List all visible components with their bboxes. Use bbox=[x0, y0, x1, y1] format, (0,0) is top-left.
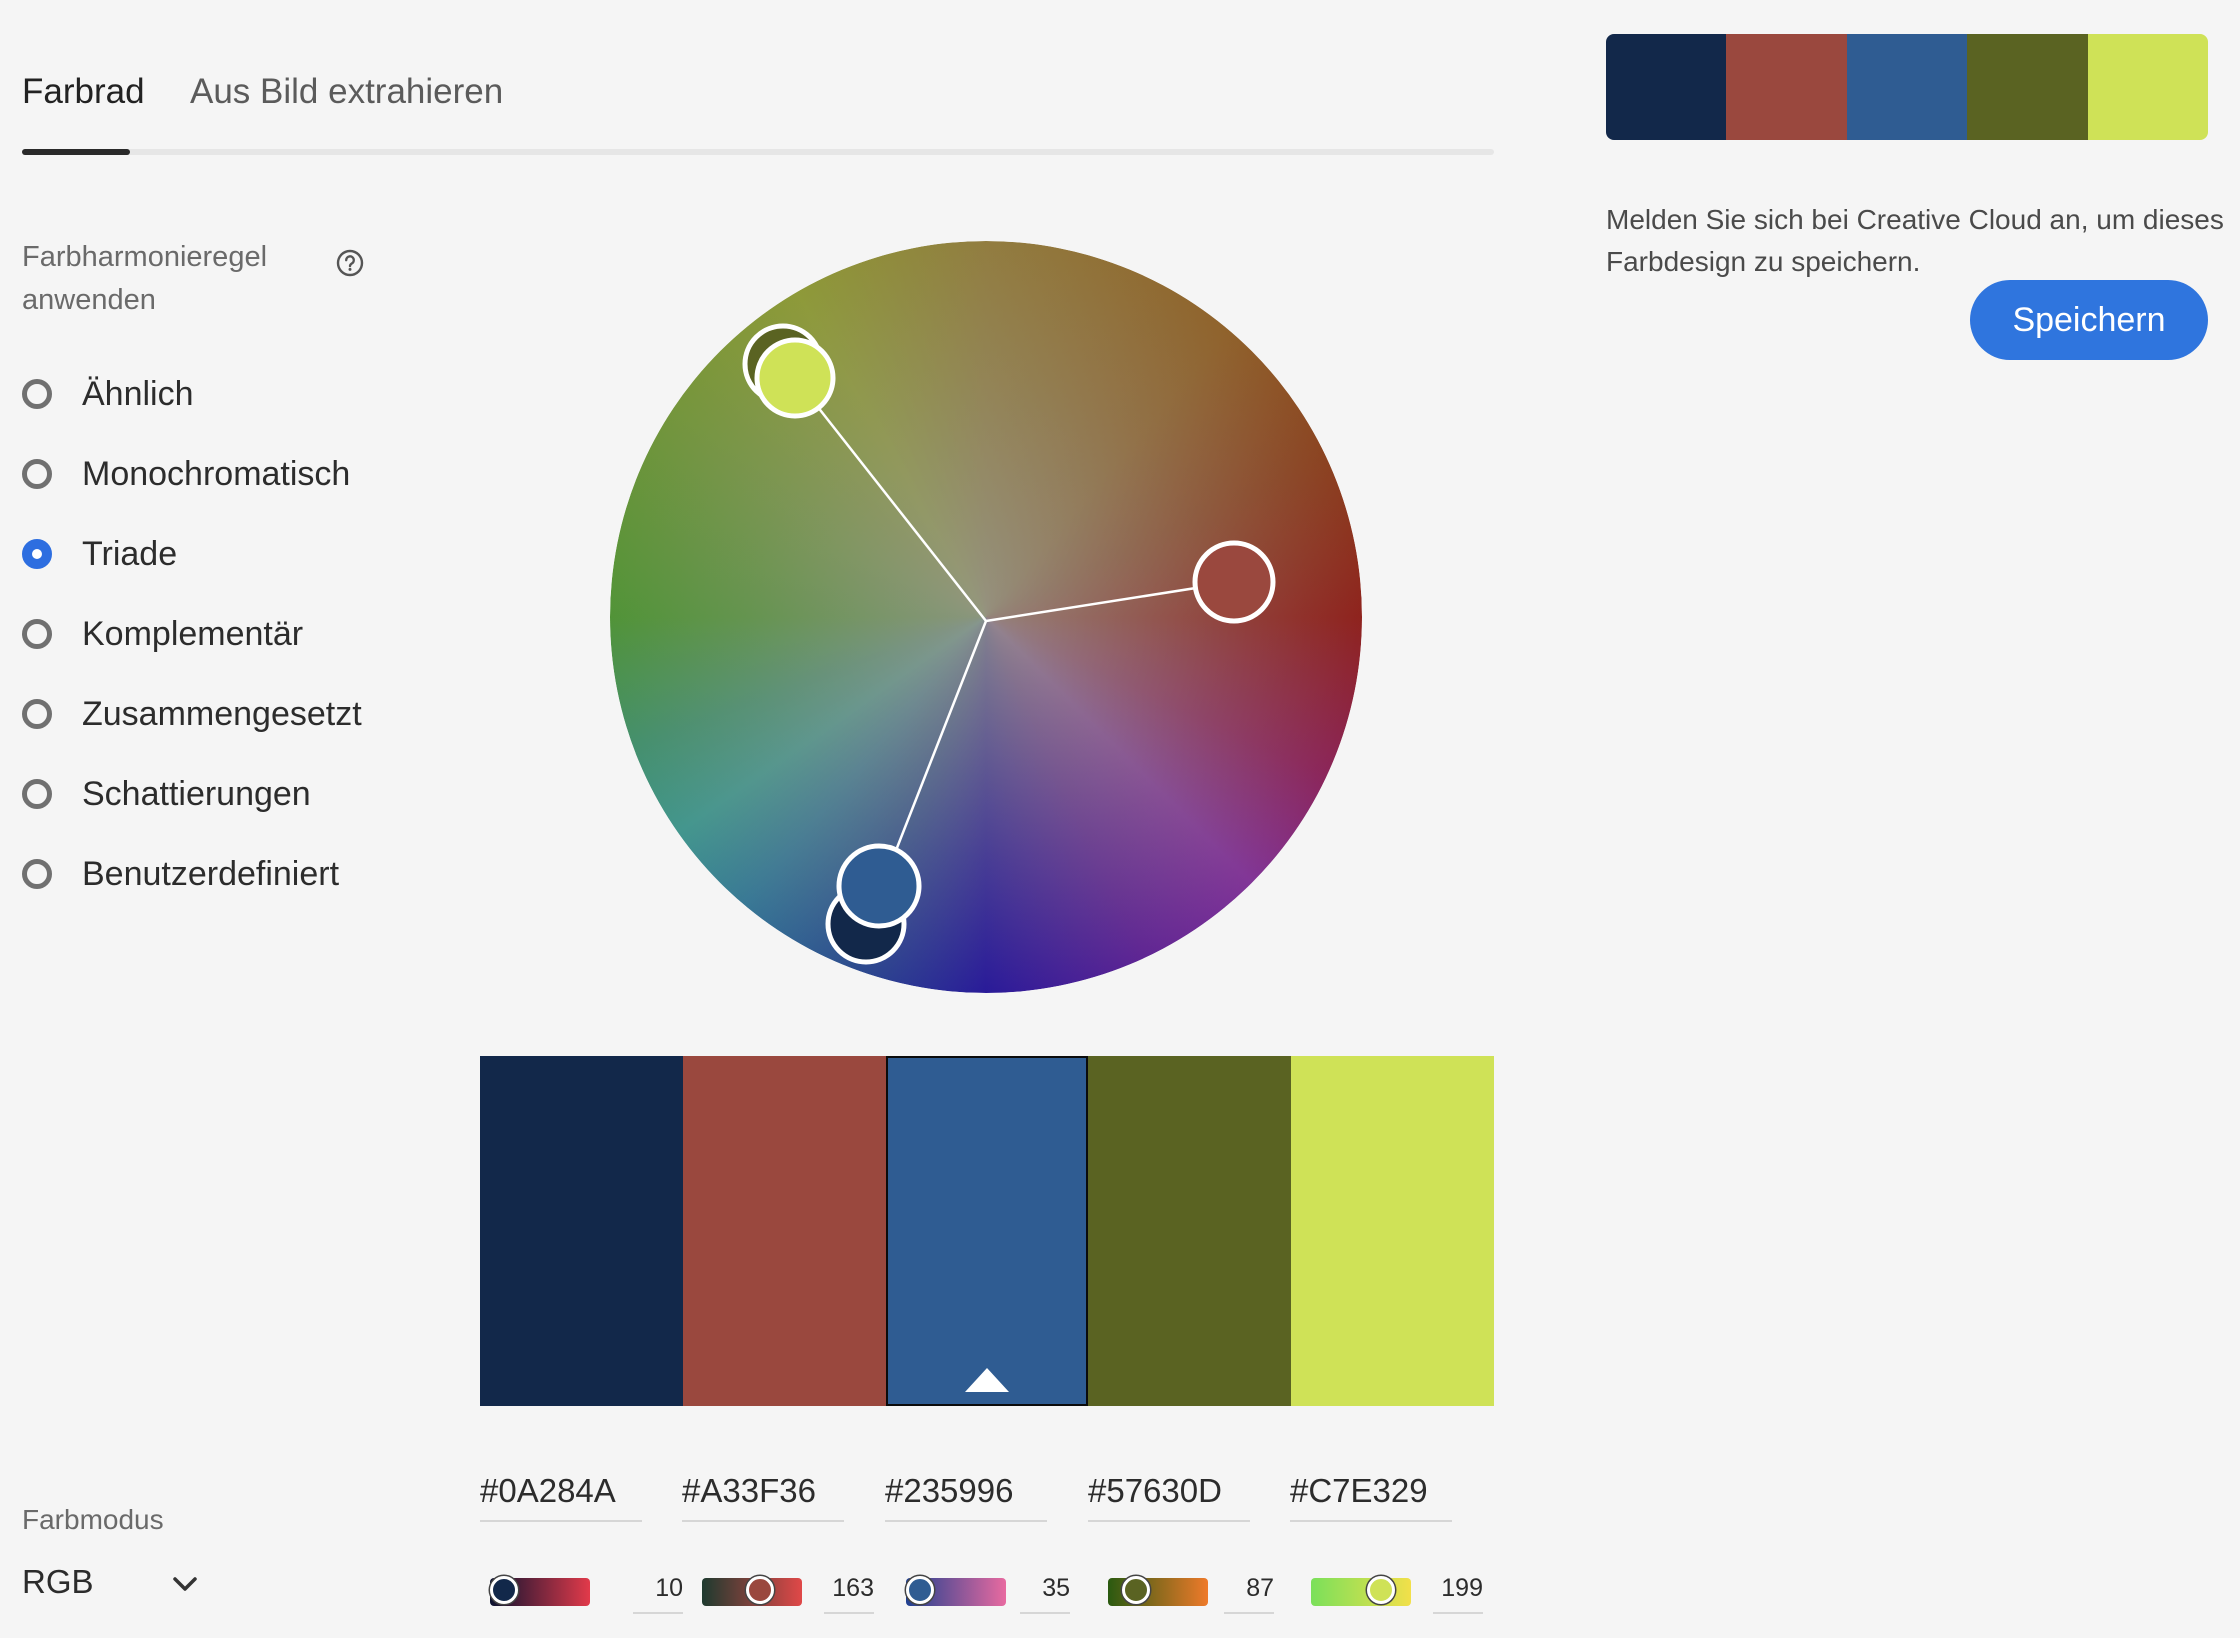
tab-bar: Farbrad Aus Bild extrahieren bbox=[22, 60, 1494, 155]
channel-value-4[interactable]: 87 bbox=[1224, 1574, 1274, 1614]
channel-slider-3[interactable] bbox=[906, 1576, 1006, 1606]
radio-button[interactable] bbox=[22, 379, 52, 409]
question-circle-icon[interactable] bbox=[335, 248, 365, 278]
color-mode-select[interactable]: RGB bbox=[22, 1563, 202, 1607]
channel-slider-2[interactable] bbox=[702, 1576, 802, 1606]
radio-button[interactable] bbox=[22, 699, 52, 729]
theme-color-5 bbox=[2087, 34, 2208, 140]
theme-color-4 bbox=[1967, 34, 2088, 140]
rule-monochromatisch[interactable]: Monochromatisch bbox=[22, 444, 350, 504]
color-mode-label: Farbmodus bbox=[22, 1504, 164, 1535]
rule-zusammengesetzt[interactable]: Zusammengesetzt bbox=[22, 684, 362, 744]
rule-komplementaer[interactable]: Komplementär bbox=[22, 604, 303, 664]
rule-label: Komplementär bbox=[82, 614, 304, 653]
save-message: Melden Sie sich bei Creative Cloud an, u… bbox=[1606, 204, 2224, 277]
channel-value-5[interactable]: 199 bbox=[1433, 1574, 1483, 1614]
channel-slider-5[interactable] bbox=[1311, 1576, 1411, 1606]
hex-field-1[interactable]: #0A284A bbox=[480, 1472, 642, 1522]
swatch-2[interactable] bbox=[682, 1056, 886, 1406]
chevron-down-icon bbox=[173, 1577, 197, 1591]
channel-slider-4[interactable] bbox=[1108, 1576, 1208, 1606]
radio-button-checked[interactable] bbox=[22, 539, 52, 569]
slider-thumb[interactable] bbox=[490, 1576, 518, 1604]
slider-thumb[interactable] bbox=[906, 1576, 934, 1604]
tab-track bbox=[22, 149, 1494, 155]
theme-color-2 bbox=[1726, 34, 1847, 140]
channel-slider-1[interactable] bbox=[490, 1576, 590, 1606]
theme-color-1 bbox=[1606, 34, 1727, 140]
slider-thumb[interactable] bbox=[1367, 1576, 1395, 1604]
rule-label: Benutzerdefiniert bbox=[82, 854, 340, 893]
radio-button[interactable] bbox=[22, 859, 52, 889]
slider-thumb[interactable] bbox=[1122, 1576, 1150, 1604]
rule-benutzerdefiniert[interactable]: Benutzerdefiniert bbox=[22, 844, 339, 904]
channel-value-1[interactable]: 10 bbox=[633, 1574, 683, 1614]
tab-aus-bild-extrahieren[interactable]: Aus Bild extrahieren bbox=[190, 72, 503, 112]
save-button[interactable]: Speichern bbox=[1970, 280, 2208, 360]
radio-button[interactable] bbox=[22, 619, 52, 649]
color-mode-value: RGB bbox=[22, 1563, 94, 1600]
rule-label: Schattierungen bbox=[82, 774, 311, 813]
swatch-3-selected[interactable] bbox=[885, 1056, 1089, 1406]
swatch-5[interactable] bbox=[1291, 1056, 1494, 1406]
radio-button[interactable] bbox=[22, 779, 52, 809]
slider-thumb[interactable] bbox=[746, 1576, 774, 1604]
hex-field-2[interactable]: #A33F36 bbox=[682, 1472, 844, 1522]
swatch-strip bbox=[480, 1056, 1494, 1406]
swatch-1[interactable] bbox=[480, 1056, 683, 1406]
rule-aehnlich[interactable]: Ähnlich bbox=[22, 364, 194, 424]
tab-farbrad[interactable]: Farbrad bbox=[22, 72, 145, 112]
swatch-4[interactable] bbox=[1088, 1056, 1292, 1406]
radio-button[interactable] bbox=[22, 459, 52, 489]
rule-label: Monochromatisch bbox=[82, 454, 351, 493]
hex-field-3[interactable]: #235996 bbox=[885, 1472, 1047, 1522]
harmony-rule-heading: Farbharmonieregel anwenden bbox=[22, 241, 268, 316]
rule-label: Ähnlich bbox=[82, 374, 194, 413]
active-tab-indicator bbox=[22, 149, 130, 155]
selected-swatch-marker-icon bbox=[964, 1368, 1009, 1392]
theme-preview-bar bbox=[1606, 34, 2208, 140]
rule-schattierungen[interactable]: Schattierungen bbox=[22, 764, 311, 824]
channel-value-2[interactable]: 163 bbox=[824, 1574, 874, 1614]
channel-value-3[interactable]: 35 bbox=[1020, 1574, 1070, 1614]
hex-field-4[interactable]: #57630D bbox=[1088, 1472, 1250, 1522]
rule-label: Triade bbox=[82, 534, 178, 573]
rule-triade[interactable]: Triade bbox=[22, 524, 177, 584]
rule-label: Zusammengesetzt bbox=[82, 694, 362, 733]
hex-field-5[interactable]: #C7E329 bbox=[1290, 1472, 1452, 1522]
color-wheel-saturation bbox=[610, 241, 1362, 993]
theme-color-3 bbox=[1846, 34, 1968, 140]
color-wheel[interactable] bbox=[610, 241, 1362, 993]
